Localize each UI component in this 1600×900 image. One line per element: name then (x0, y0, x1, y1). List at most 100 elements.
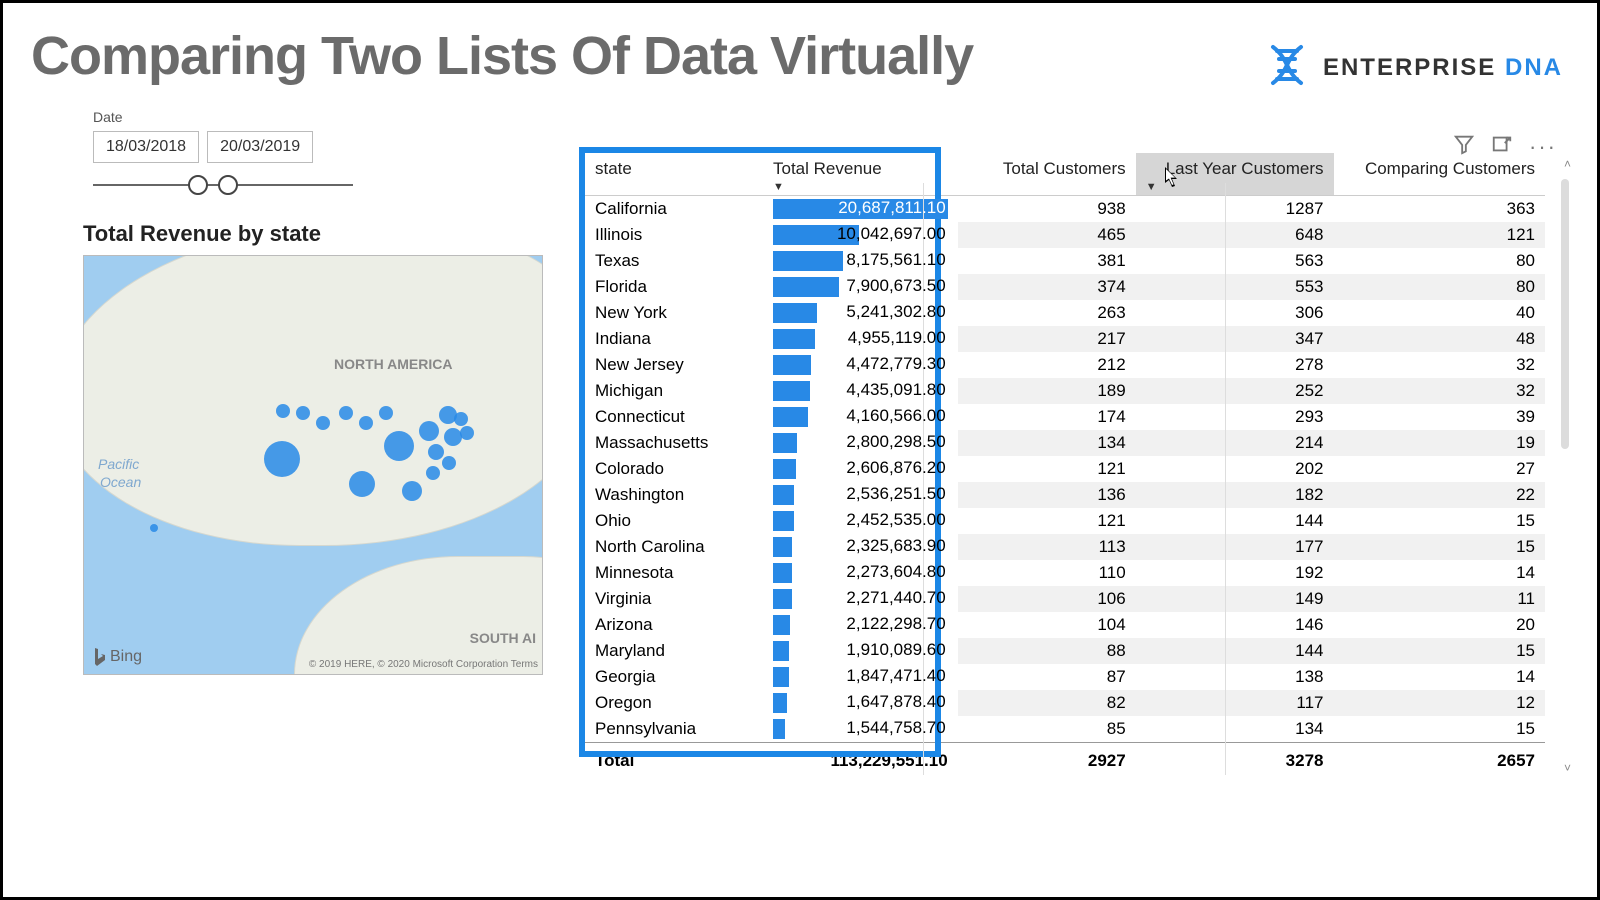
cell-last-year-customers: 144 (1136, 638, 1334, 664)
cell-last-year-customers: 138 (1136, 664, 1334, 690)
cell-last-year-customers: 278 (1136, 352, 1334, 378)
cell-state: Illinois (585, 222, 763, 248)
cell-comparing-customers: 22 (1334, 482, 1546, 508)
data-table[interactable]: ˄ ˅ state Total Revenue▼ Total Customers… (585, 153, 1545, 779)
table-row[interactable]: New York5,241,302.8026330640 (585, 300, 1545, 326)
cell-comparing-customers: 15 (1334, 638, 1546, 664)
cell-last-year-customers: 149 (1136, 586, 1334, 612)
cell-revenue: 2,606,876.20 (763, 456, 958, 482)
table-row[interactable]: Oregon1,647,878.408211712 (585, 690, 1545, 716)
cell-revenue: 1,847,471.40 (763, 664, 958, 690)
cell-total-customers: 85 (958, 716, 1136, 743)
cell-last-year-customers: 648 (1136, 222, 1334, 248)
cell-comparing-customers: 80 (1334, 248, 1546, 274)
scroll-up-icon[interactable]: ˄ (1564, 157, 1571, 171)
table-row[interactable]: Washington2,536,251.5013618222 (585, 482, 1545, 508)
cell-last-year-customers: 214 (1136, 430, 1334, 456)
table-row[interactable]: Indiana4,955,119.0021734748 (585, 326, 1545, 352)
total-customers: 2927 (958, 743, 1136, 780)
col-header-state[interactable]: state (585, 153, 763, 196)
cell-total-customers: 82 (958, 690, 1136, 716)
cell-last-year-customers: 252 (1136, 378, 1334, 404)
dna-icon (1263, 41, 1311, 94)
cell-comparing-customers: 39 (1334, 404, 1546, 430)
cell-revenue: 2,122,298.70 (763, 612, 958, 638)
map-label-ocean: Ocean (100, 474, 141, 490)
date-to-field[interactable]: 20/03/2019 (207, 131, 313, 163)
map-title: Total Revenue by state (83, 221, 543, 247)
cell-comparing-customers: 14 (1334, 560, 1546, 586)
date-from-field[interactable]: 18/03/2018 (93, 131, 199, 163)
slider-handle-to[interactable] (218, 175, 238, 195)
scrollbar-thumb[interactable] (1561, 179, 1569, 449)
cell-state: Georgia (585, 664, 763, 690)
cell-last-year-customers: 553 (1136, 274, 1334, 300)
table-row[interactable]: Virginia2,271,440.7010614911 (585, 586, 1545, 612)
table-row[interactable]: California20,687,811.109381287363 (585, 196, 1545, 223)
cell-state: Texas (585, 248, 763, 274)
cell-last-year-customers: 117 (1136, 690, 1334, 716)
table-row[interactable]: Texas8,175,561.1038156380 (585, 248, 1545, 274)
cell-last-year-customers: 177 (1136, 534, 1334, 560)
cell-revenue: 1,544,758.70 (763, 716, 958, 743)
table-row[interactable]: Arizona2,122,298.7010414620 (585, 612, 1545, 638)
cell-revenue: 4,472,779.30 (763, 352, 958, 378)
table-row[interactable]: Illinois10,042,697.00465648121 (585, 222, 1545, 248)
cell-state: North Carolina (585, 534, 763, 560)
cell-total-customers: 136 (958, 482, 1136, 508)
table-row[interactable]: Colorado2,606,876.2012120227 (585, 456, 1545, 482)
cell-total-customers: 104 (958, 612, 1136, 638)
cell-state: Pennsylvania (585, 716, 763, 743)
cell-last-year-customers: 202 (1136, 456, 1334, 482)
table-row[interactable]: Massachusetts2,800,298.5013421419 (585, 430, 1545, 456)
cell-total-customers: 381 (958, 248, 1136, 274)
date-range-slider[interactable] (93, 173, 353, 197)
cell-total-customers: 106 (958, 586, 1136, 612)
date-slicer-label: Date (93, 109, 353, 125)
cell-revenue: 8,175,561.10 (763, 248, 958, 274)
table-row[interactable]: Minnesota2,273,604.8011019214 (585, 560, 1545, 586)
table-row[interactable]: North Carolina2,325,683.9011317715 (585, 534, 1545, 560)
cell-state: Maryland (585, 638, 763, 664)
cell-state: Florida (585, 274, 763, 300)
map-visual[interactable]: NORTH AMERICA SOUTH AI Pacific Ocean (83, 255, 543, 675)
cell-revenue: 2,325,683.90 (763, 534, 958, 560)
cell-state: Indiana (585, 326, 763, 352)
total-comparing: 2657 (1334, 743, 1546, 780)
cell-total-customers: 189 (958, 378, 1136, 404)
table-row[interactable]: Michigan4,435,091.8018925232 (585, 378, 1545, 404)
cell-state: Minnesota (585, 560, 763, 586)
date-slicer[interactable]: Date 18/03/2018 20/03/2019 (93, 109, 353, 197)
cell-revenue: 1,910,089.60 (763, 638, 958, 664)
cell-revenue: 2,271,440.70 (763, 586, 958, 612)
col-header-revenue[interactable]: Total Revenue▼ (763, 153, 958, 196)
slider-handle-from[interactable] (188, 175, 208, 195)
cell-comparing-customers: 20 (1334, 612, 1546, 638)
cell-comparing-customers: 80 (1334, 274, 1546, 300)
cell-state: New Jersey (585, 352, 763, 378)
cell-last-year-customers: 182 (1136, 482, 1334, 508)
table-row[interactable]: Connecticut4,160,566.0017429339 (585, 404, 1545, 430)
table-row[interactable]: Maryland1,910,089.608814415 (585, 638, 1545, 664)
table-row[interactable]: Florida7,900,673.5037455380 (585, 274, 1545, 300)
cell-comparing-customers: 32 (1334, 352, 1546, 378)
col-header-total-customers[interactable]: Total Customers (958, 153, 1136, 196)
cell-comparing-customers: 15 (1334, 716, 1546, 743)
table-row[interactable]: Ohio2,452,535.0012114415 (585, 508, 1545, 534)
cell-last-year-customers: 144 (1136, 508, 1334, 534)
cell-total-customers: 121 (958, 456, 1136, 482)
cell-last-year-customers: 134 (1136, 716, 1334, 743)
cell-last-year-customers: 192 (1136, 560, 1334, 586)
brand-accent: DNA (1505, 54, 1563, 81)
map-label-north-america: NORTH AMERICA (334, 356, 452, 372)
col-header-comparing-customers[interactable]: Comparing Customers (1334, 153, 1546, 196)
scroll-down-icon[interactable]: ˅ (1564, 761, 1571, 775)
cell-revenue: 5,241,302.80 (763, 300, 958, 326)
table-row[interactable]: Pennsylvania1,544,758.708513415 (585, 716, 1545, 743)
cell-comparing-customers: 32 (1334, 378, 1546, 404)
cell-comparing-customers: 19 (1334, 430, 1546, 456)
table-row[interactable]: Georgia1,847,471.408713814 (585, 664, 1545, 690)
cell-comparing-customers: 11 (1334, 586, 1546, 612)
cell-total-customers: 465 (958, 222, 1136, 248)
table-row[interactable]: New Jersey4,472,779.3021227832 (585, 352, 1545, 378)
